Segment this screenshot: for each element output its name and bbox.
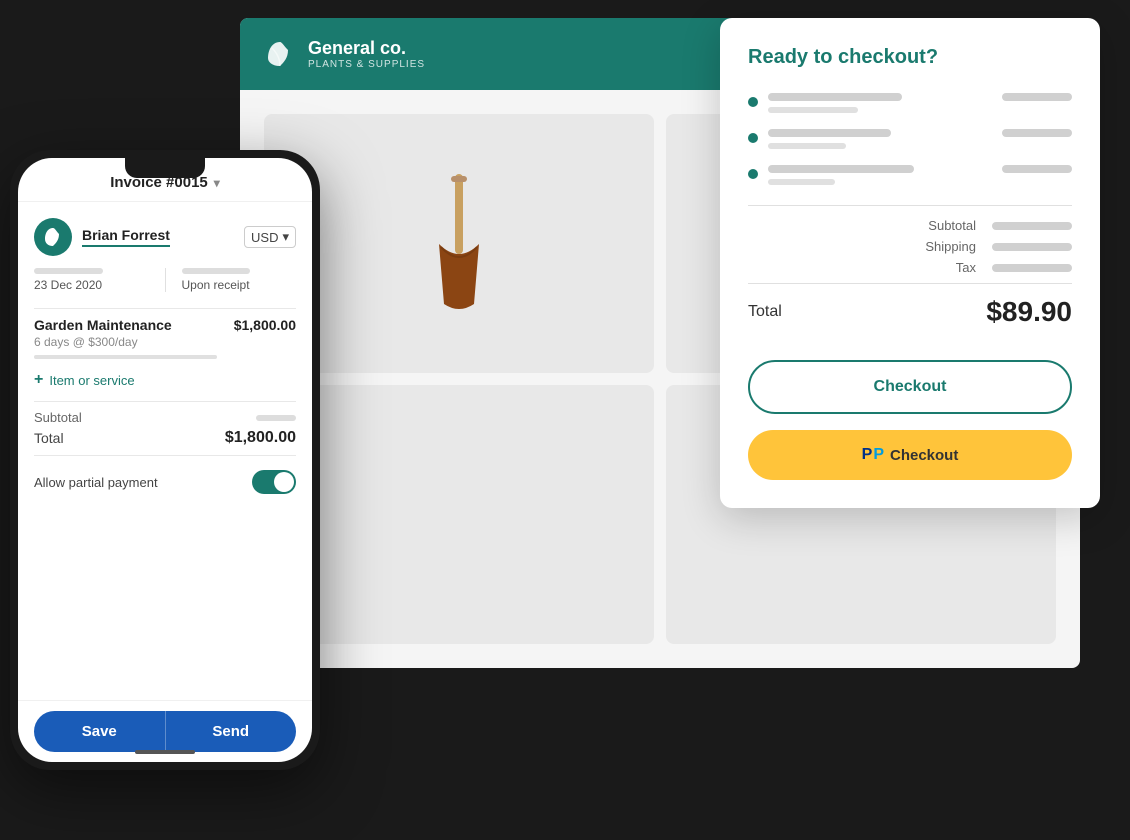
line-item-price: $1,800.00 bbox=[234, 317, 296, 333]
subtotal-row: Subtotal bbox=[748, 218, 1072, 233]
paypal-logo: PP bbox=[862, 446, 884, 464]
total-invoice-row: Total $1,800.00 bbox=[34, 429, 296, 447]
item-line-sub-3 bbox=[768, 179, 835, 185]
checkout-items-list bbox=[748, 93, 1072, 185]
checkout-button[interactable]: Checkout bbox=[748, 360, 1072, 414]
client-name-group: Brian Forrest bbox=[82, 227, 170, 247]
client-row: Brian Forrest USD ▾ bbox=[34, 218, 296, 256]
date-value: 23 Dec 2020 bbox=[34, 278, 149, 292]
save-button[interactable]: Save bbox=[34, 711, 165, 752]
client-info: Brian Forrest bbox=[34, 218, 170, 256]
checkout-item-2 bbox=[748, 129, 1072, 149]
total-amount: $89.90 bbox=[986, 296, 1072, 328]
paypal-checkout-button[interactable]: PP Checkout bbox=[748, 430, 1072, 480]
item-price-2 bbox=[1002, 129, 1072, 137]
item-line-main-3 bbox=[768, 165, 914, 173]
subtotal-section: Subtotal bbox=[34, 410, 296, 425]
add-item-row[interactable]: + Item or service bbox=[34, 371, 296, 389]
total-row: Total $89.90 bbox=[748, 283, 1072, 328]
tax-val bbox=[992, 264, 1072, 272]
shovel-cell bbox=[264, 114, 654, 373]
invoice-divider-1 bbox=[34, 308, 296, 309]
subtotal-label-invoice: Subtotal bbox=[34, 410, 82, 425]
partial-payment-toggle[interactable] bbox=[252, 470, 296, 494]
item-dot-2 bbox=[748, 133, 758, 143]
due-value: Upon receipt bbox=[182, 278, 297, 292]
date-field-line bbox=[34, 268, 103, 274]
phone-home-bar bbox=[135, 750, 195, 754]
shovel-icon bbox=[419, 174, 499, 314]
total-invoice-label: Total bbox=[34, 430, 64, 446]
item-lines-1 bbox=[768, 93, 992, 113]
invoice-divider-2 bbox=[34, 401, 296, 402]
paypal-p-blue: P bbox=[862, 446, 873, 464]
add-item-label: Item or service bbox=[49, 373, 134, 388]
shipping-row: Shipping bbox=[748, 239, 1072, 254]
item-line-main-1 bbox=[768, 93, 902, 101]
client-name-underline bbox=[82, 245, 170, 247]
paypal-btn-label: Checkout bbox=[890, 447, 958, 464]
line-item-header: Garden Maintenance $1,800.00 bbox=[34, 317, 296, 333]
shipping-label: Shipping bbox=[925, 239, 976, 254]
item-dot-3 bbox=[748, 169, 758, 179]
logo-leaf-icon bbox=[264, 38, 296, 70]
item-lines-2 bbox=[768, 129, 992, 149]
toggle-knob bbox=[274, 472, 294, 492]
chevron-down-icon: ▾ bbox=[214, 176, 220, 190]
phone-screen: Invoice #0015 ▾ Brian Forrest bbox=[18, 158, 312, 762]
line-item-desc: 6 days @ $300/day bbox=[34, 335, 296, 349]
item-lines-3 bbox=[768, 165, 992, 185]
send-button[interactable]: Send bbox=[165, 711, 297, 752]
field-divider bbox=[165, 268, 166, 292]
leaf-avatar-icon bbox=[42, 226, 64, 248]
line-item-name: Garden Maintenance bbox=[34, 317, 172, 333]
phone-notch bbox=[125, 158, 205, 178]
total-invoice-value: $1,800.00 bbox=[225, 429, 296, 447]
checkout-modal: Ready to checkout? bbox=[720, 18, 1100, 508]
company-info: General co. PLANTS & SUPPLIES bbox=[308, 38, 425, 71]
date-field: 23 Dec 2020 bbox=[34, 268, 149, 292]
date-row: 23 Dec 2020 Upon receipt bbox=[34, 268, 296, 292]
due-field: Upon receipt bbox=[182, 268, 297, 292]
paypal-p-cyan: P bbox=[873, 446, 884, 464]
partial-payment-row: Allow partial payment bbox=[34, 455, 296, 508]
item-line-sub-1 bbox=[768, 107, 858, 113]
tax-label: Tax bbox=[956, 260, 976, 275]
modal-title: Ready to checkout? bbox=[748, 46, 1072, 69]
client-avatar bbox=[34, 218, 72, 256]
checkout-item-1 bbox=[748, 93, 1072, 113]
phone-frame: Invoice #0015 ▾ Brian Forrest bbox=[10, 150, 320, 770]
item-dot-1 bbox=[748, 97, 758, 107]
item-price-1 bbox=[1002, 93, 1072, 101]
tax-row: Tax bbox=[748, 260, 1072, 275]
line-item-bar bbox=[34, 355, 217, 359]
partial-payment-label: Allow partial payment bbox=[34, 475, 158, 490]
currency-label: USD bbox=[251, 230, 278, 245]
currency-chevron-icon: ▾ bbox=[282, 229, 289, 245]
company-name: General co. bbox=[308, 38, 425, 60]
cell-3 bbox=[264, 385, 654, 644]
total-label: Total bbox=[748, 303, 782, 321]
client-name: Brian Forrest bbox=[82, 227, 170, 243]
checkout-totals: Subtotal Shipping Tax Total $89.90 bbox=[748, 205, 1072, 328]
company-sub: PLANTS & SUPPLIES bbox=[308, 59, 425, 70]
shipping-val bbox=[992, 243, 1072, 251]
item-line-sub-2 bbox=[768, 143, 846, 149]
add-plus-icon: + bbox=[34, 371, 43, 389]
invoice-body[interactable]: Brian Forrest USD ▾ 23 Dec 2020 bbox=[18, 202, 312, 700]
item-price-3 bbox=[1002, 165, 1072, 173]
item-line-main-2 bbox=[768, 129, 891, 137]
phone-container: Invoice #0015 ▾ Brian Forrest bbox=[10, 150, 320, 770]
checkout-item-3 bbox=[748, 165, 1072, 185]
subtotal-label: Subtotal bbox=[928, 218, 976, 233]
line-item-1: Garden Maintenance $1,800.00 6 days @ $3… bbox=[34, 317, 296, 359]
due-field-line bbox=[182, 268, 251, 274]
subtotal-val bbox=[992, 222, 1072, 230]
currency-badge[interactable]: USD ▾ bbox=[244, 226, 296, 248]
subtotal-bar bbox=[256, 415, 296, 421]
